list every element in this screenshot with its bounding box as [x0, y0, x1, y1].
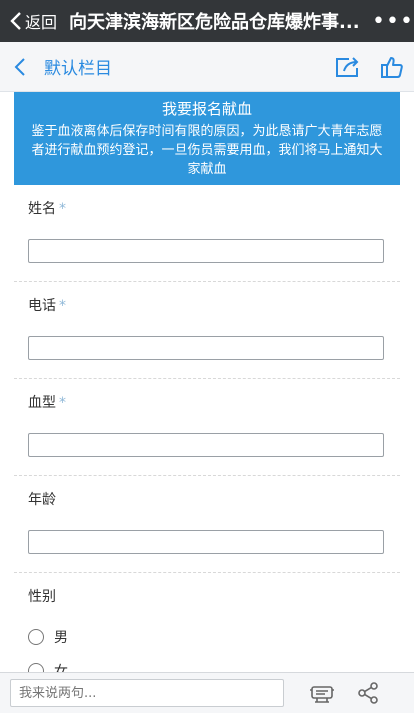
share-button[interactable]: [348, 673, 388, 713]
form-field-name: 姓名 *: [14, 185, 400, 282]
share-icon: [358, 682, 378, 704]
like-button[interactable]: [370, 42, 414, 92]
top-navigation-bar: 返回 向天津滨海新区危险品仓库爆炸事... •••: [0, 0, 414, 42]
required-mark: *: [59, 395, 66, 411]
form-field-blood-type: 血型 *: [14, 379, 400, 476]
phone-input[interactable]: [28, 336, 384, 360]
required-mark: *: [59, 201, 66, 217]
form-field-gender: 性别 男 女: [14, 573, 400, 672]
comments-button[interactable]: [302, 673, 342, 713]
form-field-age: 年龄: [14, 476, 400, 573]
form-field-phone: 电话 *: [14, 282, 400, 379]
field-label: 电话 *: [28, 282, 386, 316]
required-mark: *: [59, 298, 66, 314]
info-banner: 我要报名献血 鉴于血液离体后保存时间有限的原因，为此恳请广大青年志愿者进行献血预…: [14, 92, 400, 185]
column-back-button[interactable]: [0, 42, 40, 92]
comment-bar: [0, 672, 414, 713]
chevron-left-icon: [14, 57, 25, 76]
banner-title: 我要报名献血: [161, 100, 252, 118]
radio-label: 男: [54, 630, 68, 646]
gender-option-male[interactable]: 男: [28, 627, 386, 647]
comments-icon: [310, 686, 334, 703]
thumbs-up-icon: [381, 56, 403, 78]
radio-label: 女: [54, 664, 68, 672]
field-label-text: 年龄: [28, 492, 56, 508]
radio-button[interactable]: [28, 663, 44, 672]
page-title: 向天津滨海新区危险品仓库爆炸事...: [69, 12, 360, 33]
field-label-text: 姓名: [28, 201, 56, 217]
banner-text: 鉴于血液离体后保存时间有限的原因，为此恳请广大青年志愿者进行献血预约登记，一旦伤…: [31, 124, 383, 177]
gender-option-female[interactable]: 女: [28, 661, 386, 672]
field-label-text: 血型: [28, 395, 56, 411]
field-label: 性别: [28, 589, 56, 605]
back-label: 返回: [25, 13, 58, 32]
column-title: 默认栏目: [44, 59, 112, 79]
column-header: 默认栏目: [0, 42, 414, 92]
field-label-text: 电话: [28, 298, 56, 314]
back-button[interactable]: 返回: [0, 0, 57, 42]
field-label: 年龄: [28, 476, 386, 510]
comment-input[interactable]: [10, 679, 284, 707]
radio-button[interactable]: [28, 629, 44, 645]
field-label: 血型 *: [28, 379, 386, 413]
share-export-button[interactable]: [326, 42, 370, 92]
more-menu-button[interactable]: •••: [372, 9, 414, 34]
chevron-left-icon: [10, 12, 21, 30]
age-input[interactable]: [28, 530, 384, 554]
blood-type-input[interactable]: [28, 433, 384, 457]
form-content: 我要报名献血 鉴于血液离体后保存时间有限的原因，为此恳请广大青年志愿者进行献血预…: [0, 92, 414, 672]
name-input[interactable]: [28, 239, 384, 263]
share-export-icon: [336, 56, 359, 77]
field-label: 姓名 *: [28, 185, 386, 219]
